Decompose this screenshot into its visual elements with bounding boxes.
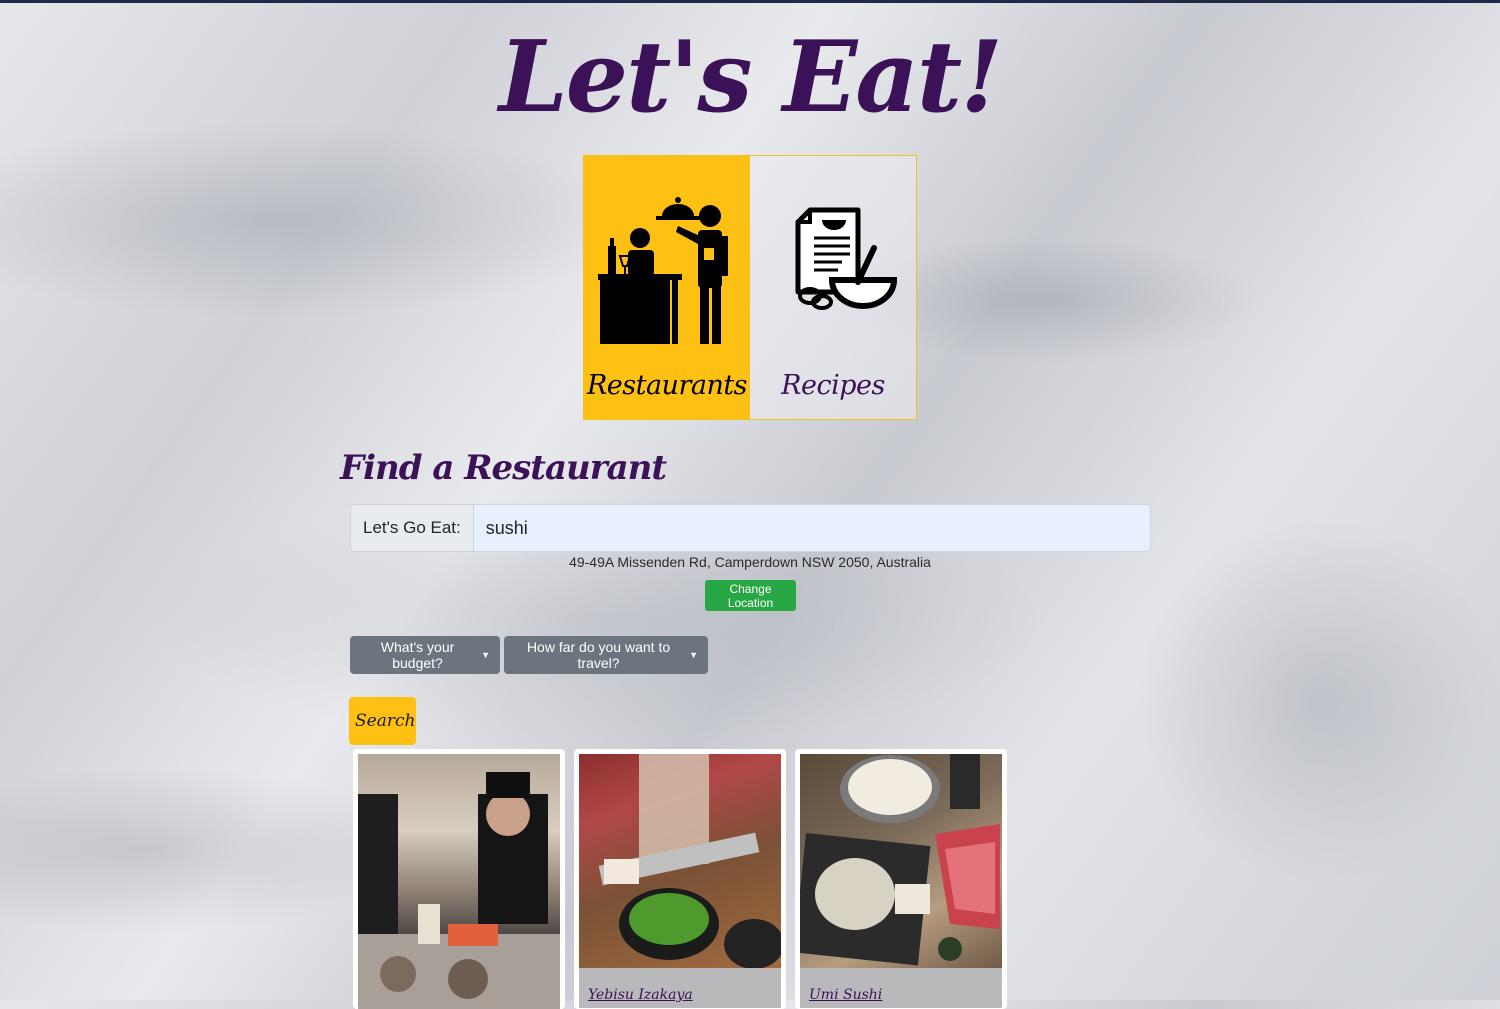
photo-sushi-chefs <box>358 772 560 1009</box>
restaurant-card[interactable]: Umi Sushi <box>795 749 1007 1009</box>
search-group: Let's Go Eat: <box>350 504 1151 552</box>
restaurant-card[interactable] <box>353 749 565 1009</box>
caret-down-icon: ▼ <box>481 650 490 660</box>
caret-down-icon: ▼ <box>689 650 698 660</box>
current-location: 49-49A Missenden Rd, Camperdown NSW 2050… <box>569 554 931 570</box>
restaurant-photo <box>800 754 1002 969</box>
restaurant-name[interactable]: Yebisu Izakaya <box>588 987 693 1003</box>
section-title: Find a Restaurant <box>340 448 667 488</box>
waiter-serving-icon <box>598 197 728 344</box>
mode-tiles: Restaurants Recipes <box>583 155 917 420</box>
photo-hotpot <box>800 754 1000 966</box>
tile-label-recipes: Recipes <box>781 370 885 401</box>
change-location-button[interactable]: Change Location <box>705 580 796 611</box>
budget-dropdown-label: What's your budget? <box>380 639 455 671</box>
restaurant-name[interactable]: Umi Sushi <box>809 987 882 1003</box>
recipe-bowl-icon <box>795 207 898 310</box>
tile-recipes[interactable]: Recipes <box>750 156 916 419</box>
restaurant-photo <box>358 754 560 1009</box>
search-input[interactable] <box>473 505 1150 551</box>
restaurant-photo <box>579 754 781 969</box>
tile-restaurants[interactable]: Restaurants <box>584 156 750 419</box>
budget-dropdown[interactable]: What's your budget? ▼ <box>350 636 500 674</box>
travel-distance-dropdown[interactable]: How far do you want to travel? ▼ <box>504 636 708 674</box>
search-prefix-label: Let's Go Eat: <box>351 505 474 551</box>
tile-label-restaurants: Restaurants <box>586 370 748 401</box>
results-list: Yebisu Izakaya Umi Sushi <box>353 749 1007 1009</box>
search-button[interactable]: Search <box>349 697 416 745</box>
restaurant-card[interactable]: Yebisu Izakaya <box>574 749 786 1009</box>
travel-dropdown-label: How far do you want to travel? <box>526 639 671 671</box>
app-logo: Let's Eat! <box>498 20 1003 135</box>
top-bar <box>0 0 1500 3</box>
photo-edamame <box>598 754 781 969</box>
